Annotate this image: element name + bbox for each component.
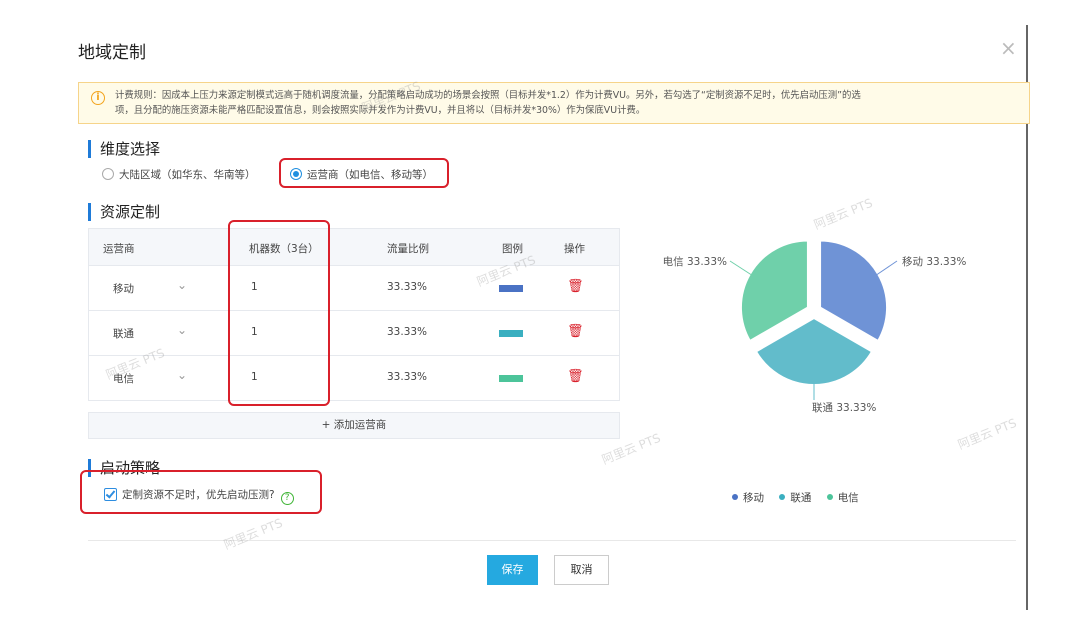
- table-row: 电信 ⌄ 1 33.33% 🗑: [88, 356, 620, 401]
- ratio-value: 33.33%: [387, 281, 428, 293]
- legend-label: 移动: [743, 492, 764, 504]
- legend-swatch: [499, 285, 523, 292]
- carrier-select[interactable]: 电信: [113, 371, 134, 386]
- notice-text: 计费规则：因成本上压力来源定制模式远高于随机调度流量，分配策略启动成功的场景会按…: [115, 88, 1020, 118]
- notice-line-2: 项，且分配的施压资源未能严格匹配设置信息，则会按照实际并发作为计费VU，并且将以…: [115, 105, 646, 116]
- col-carrier: 运营商: [103, 243, 135, 255]
- billing-notice: i 计费规则：因成本上压力来源定制模式远高于随机调度流量，分配策略启动成功的场景…: [78, 82, 1030, 124]
- pie-slice-1: [819, 239, 889, 343]
- radio-region[interactable]: 大陆区域（如华东、华南等）: [102, 166, 256, 184]
- carrier-select[interactable]: 联通: [113, 326, 134, 341]
- add-carrier-button[interactable]: + 添加运营商: [88, 412, 620, 439]
- trash-icon[interactable]: 🗑: [567, 369, 584, 384]
- pie-data-label-2: 联通 33.33%: [812, 402, 876, 414]
- watermark: 阿里云 PTS: [221, 515, 285, 553]
- chevron-down-icon[interactable]: ⌄: [177, 323, 191, 337]
- legend-label: 电信: [837, 492, 859, 504]
- dialog-title: 地域定制: [78, 43, 146, 63]
- legend-swatch: [499, 330, 523, 337]
- pie-data-label-1: 移动 33.33%: [902, 255, 966, 268]
- radio-button-region[interactable]: [102, 168, 114, 180]
- legend-item: 联通: [779, 490, 811, 505]
- footer-divider: [88, 540, 1016, 541]
- pie-leader-line-3: [729, 260, 752, 276]
- carrier-select[interactable]: 移动: [113, 281, 134, 296]
- col-legend: 图例: [502, 243, 523, 255]
- pie-data-label-3: 电信 33.33%: [663, 255, 727, 268]
- col-ratio: 流量比例: [387, 243, 429, 255]
- trash-icon[interactable]: 🗑: [567, 279, 584, 294]
- pie-slice-3: [739, 239, 809, 343]
- pie-leader-line-1: [876, 260, 898, 276]
- radio-region-label: 大陆区域（如华东、华南等）: [119, 169, 256, 181]
- legend-item: 移动: [732, 490, 764, 505]
- legend-dot: [732, 494, 738, 500]
- cancel-button[interactable]: 取消: [554, 555, 609, 585]
- resource-heading: 资源定制: [88, 203, 160, 221]
- info-icon: i: [91, 91, 105, 105]
- chart-legend: 移动 联通 电信: [732, 490, 871, 505]
- dimension-heading: 维度选择: [88, 140, 160, 158]
- chevron-down-icon[interactable]: ⌄: [177, 278, 191, 292]
- trash-icon[interactable]: 🗑: [567, 324, 584, 339]
- close-icon[interactable]: ×: [1000, 38, 1017, 58]
- ratio-value: 33.33%: [387, 326, 428, 338]
- notice-line-1: 计费规则：因成本上压力来源定制模式远高于随机调度流量，分配策略启动成功的场景会按…: [115, 90, 861, 101]
- traffic-pie-chart: 移动 33.33% 联通 33.33% 电信 33.33%: [663, 239, 966, 414]
- region-customization-dialog: 地域定制 × i 计费规则：因成本上压力来源定制模式远高于随机调度流量，分配策略…: [0, 0, 1080, 627]
- legend-item: 电信: [826, 490, 859, 505]
- table-row: 移动 ⌄ 1 33.33% 🗑: [88, 266, 620, 311]
- legend-label: 联通: [790, 492, 812, 504]
- ratio-value: 33.33%: [387, 371, 428, 383]
- highlight-machine-column: [228, 220, 330, 406]
- col-actions: 操作: [564, 243, 585, 255]
- table-header: 运营商 机器数（3台） 流量比例 图例 操作: [88, 228, 620, 266]
- legend-swatch: [499, 375, 523, 382]
- highlight-priority-launch: [80, 470, 322, 514]
- highlight-carrier-option: [279, 158, 449, 188]
- table-row: 联通 ⌄ 1 33.33% 🗑: [88, 311, 620, 356]
- chevron-down-icon[interactable]: ⌄: [177, 368, 191, 382]
- save-button[interactable]: 保存: [487, 555, 538, 585]
- legend-dot: [826, 494, 833, 500]
- legend-dot: [779, 494, 786, 500]
